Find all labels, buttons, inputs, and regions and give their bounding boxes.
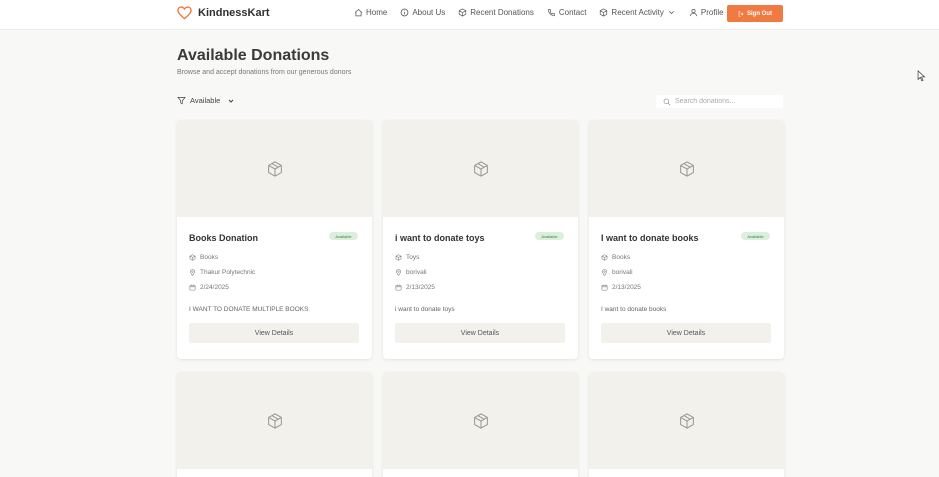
card-location-label: borivali (406, 269, 427, 276)
nav-recent-activity[interactable]: Recent Activity (599, 8, 675, 17)
card-description: i want to donate toys (395, 306, 455, 313)
logout-icon (738, 10, 744, 17)
package-icon (601, 254, 608, 261)
sign-out-button[interactable]: Sign Out (727, 5, 783, 22)
navbar: KindnessKart Home About Us Recent Donati… (0, 0, 939, 30)
package-icon (189, 254, 196, 261)
card-description: I WANT TO DONATE MULTIPLE BOOKS (189, 306, 309, 313)
heart-icon (177, 6, 192, 20)
donation-card (177, 372, 372, 477)
filter-selected-value: Available (190, 96, 221, 105)
brand-name: KindnessKart (198, 7, 270, 19)
nav-recent-donations-label: Recent Donations (470, 8, 534, 17)
calendar-icon (189, 284, 196, 291)
package-icon (679, 160, 694, 177)
card-image (383, 120, 578, 217)
nav-links: Home About Us Recent Donations Contact R… (354, 8, 724, 17)
page-subtitle: Browse and accept donations from our gen… (177, 69, 352, 76)
nav-contact-label: Contact (558, 8, 587, 17)
nav-recent-donations[interactable]: Recent Donations (458, 8, 534, 17)
nav-profile[interactable]: Profile (689, 8, 724, 17)
nav-home[interactable]: Home (354, 8, 387, 17)
chevron-down-icon (228, 99, 234, 103)
nav-about-label: About Us (412, 8, 446, 17)
nav-recent-activity-label: Recent Activity (611, 8, 664, 17)
card-category: Toys (395, 254, 419, 261)
package-icon (600, 8, 608, 17)
nav-contact[interactable]: Contact (547, 8, 587, 17)
chevron-down-icon (668, 11, 674, 15)
package-icon (267, 412, 282, 429)
donation-card: I want to donate books Available Books b… (589, 120, 784, 359)
card-image (589, 120, 784, 217)
card-description: I want to donate books (601, 306, 667, 313)
map-pin-icon (396, 269, 401, 276)
card-location: borivali (601, 269, 633, 276)
donation-card (589, 372, 784, 477)
card-image (383, 372, 578, 469)
card-date-label: 2/13/2025 (406, 284, 435, 291)
nav-about[interactable]: About Us (400, 8, 445, 17)
card-title: Books Donation (189, 233, 258, 243)
package-icon (473, 412, 488, 429)
calendar-icon (395, 284, 402, 291)
search-input[interactable] (675, 98, 775, 105)
sign-out-label: Sign Out (747, 10, 772, 17)
card-location-label: borivali (612, 269, 633, 276)
page-title: Available Donations (177, 47, 330, 64)
card-location: borivali (395, 269, 427, 276)
home-icon (354, 8, 363, 17)
card-location-label: Thakur Polytechnic (200, 269, 256, 276)
card-image (589, 372, 784, 469)
card-category-label: Books (200, 254, 219, 261)
search-box (656, 95, 783, 108)
card-image (177, 372, 372, 469)
status-badge: Available (329, 232, 358, 240)
view-details-button[interactable]: View Details (189, 323, 359, 343)
card-category-label: Toys (406, 254, 420, 261)
map-pin-icon (190, 269, 195, 276)
info-icon (401, 8, 409, 17)
brand[interactable]: KindnessKart (177, 6, 270, 20)
card-date: 2/13/2025 (395, 284, 435, 291)
package-icon (395, 254, 402, 261)
card-date-label: 2/24/2025 (200, 284, 229, 291)
card-category: Books (601, 254, 630, 261)
card-category-label: Books (612, 254, 631, 261)
nav-profile-label: Profile (700, 8, 724, 17)
card-date-label: 2/13/2025 (612, 284, 641, 291)
card-category: Books (189, 254, 218, 261)
card-date: 2/13/2025 (601, 284, 641, 291)
status-badge: Available (535, 232, 564, 240)
donation-card (383, 372, 578, 477)
donation-card: i want to donate toys Available Toys bor… (383, 120, 578, 359)
card-date: 2/24/2025 (189, 284, 229, 291)
map-pin-icon (602, 269, 607, 276)
calendar-icon (601, 284, 608, 291)
card-title: I want to donate books (601, 233, 699, 243)
card-location: Thakur Polytechnic (189, 269, 255, 276)
package-icon (459, 8, 467, 17)
card-title: i want to donate toys (395, 233, 485, 243)
phone-icon (547, 9, 555, 17)
filter-icon (177, 97, 186, 105)
package-icon (267, 160, 282, 177)
card-image (177, 120, 372, 217)
status-badge: Available (741, 232, 770, 240)
package-icon (679, 412, 694, 429)
view-details-button[interactable]: View Details (395, 323, 565, 343)
view-details-button[interactable]: View Details (601, 323, 771, 343)
search-icon (663, 98, 671, 105)
mouse-cursor-icon (917, 70, 926, 82)
donation-card: Books Donation Available Books Thakur Po… (177, 120, 372, 359)
nav-home-label: Home (366, 8, 388, 17)
user-icon (690, 8, 697, 17)
status-filter-dropdown[interactable]: Available (177, 96, 235, 105)
package-icon (473, 160, 488, 177)
